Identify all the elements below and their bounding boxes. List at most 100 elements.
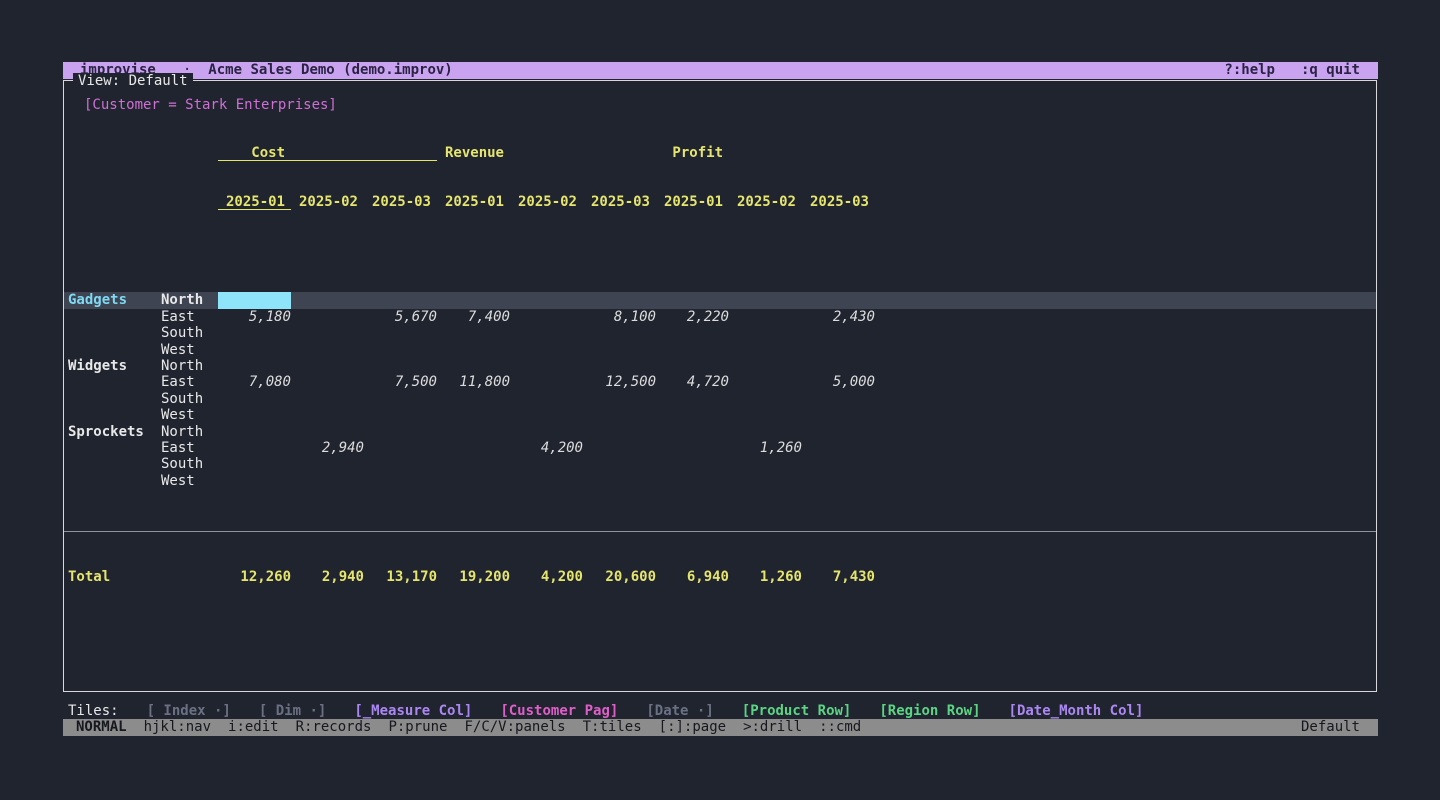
value-cell[interactable] (291, 456, 364, 472)
value-cell[interactable] (656, 292, 729, 308)
value-cell[interactable] (729, 292, 802, 308)
value-cell[interactable] (437, 407, 510, 423)
value-cell[interactable] (437, 325, 510, 341)
table-row[interactable]: South (64, 391, 1376, 407)
value-cell[interactable] (291, 292, 364, 308)
value-cell[interactable] (364, 473, 437, 489)
value-cell[interactable] (364, 407, 437, 423)
tile-dim[interactable]: [ Dim ·] (259, 703, 326, 719)
value-cell[interactable] (583, 456, 656, 472)
value-cell[interactable] (729, 325, 802, 341)
value-cell[interactable] (802, 407, 875, 423)
value-cell[interactable] (802, 391, 875, 407)
month-column-header[interactable]: 2025-01 (437, 194, 510, 210)
value-cell[interactable] (510, 424, 583, 440)
tile-region-row[interactable]: [Region Row] (879, 703, 980, 719)
tile-product-row[interactable]: [Product Row] (742, 703, 852, 719)
value-cell[interactable] (729, 456, 802, 472)
value-cell[interactable] (437, 292, 510, 308)
value-cell[interactable] (656, 456, 729, 472)
value-cell[interactable] (291, 374, 364, 390)
value-cell[interactable] (510, 309, 583, 325)
value-cell[interactable]: 4,200 (510, 440, 583, 456)
value-cell[interactable] (218, 358, 291, 374)
value-cell[interactable] (729, 407, 802, 423)
value-cell[interactable] (437, 424, 510, 440)
table-row[interactable]: East5,1805,6707,4008,1002,2202,430 (64, 309, 1376, 325)
value-cell[interactable]: 12,500 (583, 374, 656, 390)
value-cell[interactable] (729, 358, 802, 374)
value-cell[interactable] (583, 358, 656, 374)
value-cell[interactable]: 7,080 (218, 374, 291, 390)
value-cell[interactable] (364, 325, 437, 341)
value-cell[interactable] (583, 440, 656, 456)
value-cell[interactable] (437, 440, 510, 456)
value-cell[interactable] (802, 325, 875, 341)
value-cell[interactable] (218, 325, 291, 341)
tile-index[interactable]: [ Index ·] (147, 703, 231, 719)
value-cell[interactable]: 2,940 (291, 440, 364, 456)
value-cell[interactable] (510, 358, 583, 374)
value-cell[interactable]: 2,430 (802, 309, 875, 325)
value-cell[interactable] (437, 391, 510, 407)
value-cell[interactable]: 2,220 (656, 309, 729, 325)
value-cell[interactable] (291, 309, 364, 325)
value-cell[interactable] (583, 325, 656, 341)
value-cell[interactable] (437, 342, 510, 358)
value-cell[interactable] (364, 456, 437, 472)
month-column-header[interactable]: 2025-03 (364, 194, 437, 210)
value-cell[interactable] (656, 325, 729, 341)
value-cell[interactable] (583, 391, 656, 407)
value-cell[interactable] (510, 325, 583, 341)
value-cell[interactable] (291, 424, 364, 440)
measure-group-revenue[interactable]: Revenue (437, 145, 656, 161)
value-cell[interactable] (656, 407, 729, 423)
value-cell[interactable] (656, 473, 729, 489)
value-cell[interactable]: 5,670 (364, 309, 437, 325)
tile-customer-pag[interactable]: [Customer Pag] (500, 703, 618, 719)
value-cell[interactable] (583, 424, 656, 440)
value-cell[interactable] (291, 407, 364, 423)
table-row[interactable]: South (64, 325, 1376, 341)
value-cell[interactable] (364, 424, 437, 440)
table-row[interactable]: West (64, 473, 1376, 489)
value-cell[interactable] (802, 342, 875, 358)
month-column-header[interactable]: 2025-02 (729, 194, 802, 210)
value-cell[interactable] (510, 391, 583, 407)
value-cell[interactable]: 7,400 (437, 309, 510, 325)
measure-group-profit[interactable]: Profit (656, 145, 875, 161)
value-cell[interactable]: 5,180 (218, 309, 291, 325)
value-cell[interactable] (656, 342, 729, 358)
value-cell[interactable] (291, 342, 364, 358)
tile-date[interactable]: [Date ·] (646, 703, 713, 719)
month-column-header[interactable]: 2025-01 (218, 194, 291, 210)
value-cell[interactable] (729, 424, 802, 440)
value-cell[interactable] (291, 391, 364, 407)
value-cell[interactable] (510, 292, 583, 308)
value-cell[interactable] (802, 473, 875, 489)
value-cell[interactable] (364, 440, 437, 456)
value-cell[interactable] (218, 473, 291, 489)
value-cell[interactable] (729, 473, 802, 489)
table-row[interactable]: SprocketsNorth (64, 424, 1376, 440)
table-row[interactable]: East2,9404,2001,260 (64, 440, 1376, 456)
value-cell[interactable] (583, 473, 656, 489)
value-cell[interactable] (802, 292, 875, 308)
value-cell[interactable] (802, 456, 875, 472)
value-cell[interactable] (437, 358, 510, 374)
value-cell[interactable]: 5,000 (802, 374, 875, 390)
value-cell[interactable] (291, 473, 364, 489)
month-column-header[interactable]: 2025-01 (656, 194, 729, 210)
value-cell[interactable] (510, 456, 583, 472)
value-cell[interactable] (802, 358, 875, 374)
value-cell[interactable] (437, 473, 510, 489)
month-column-header[interactable]: 2025-03 (583, 194, 656, 210)
value-cell[interactable] (656, 440, 729, 456)
value-cell[interactable]: 4,720 (656, 374, 729, 390)
value-cell[interactable] (802, 424, 875, 440)
value-cell[interactable] (729, 374, 802, 390)
table-row[interactable]: East7,0807,50011,80012,5004,7205,000 (64, 374, 1376, 390)
table-row[interactable]: West (64, 407, 1376, 423)
value-cell[interactable] (291, 358, 364, 374)
value-cell[interactable] (583, 342, 656, 358)
